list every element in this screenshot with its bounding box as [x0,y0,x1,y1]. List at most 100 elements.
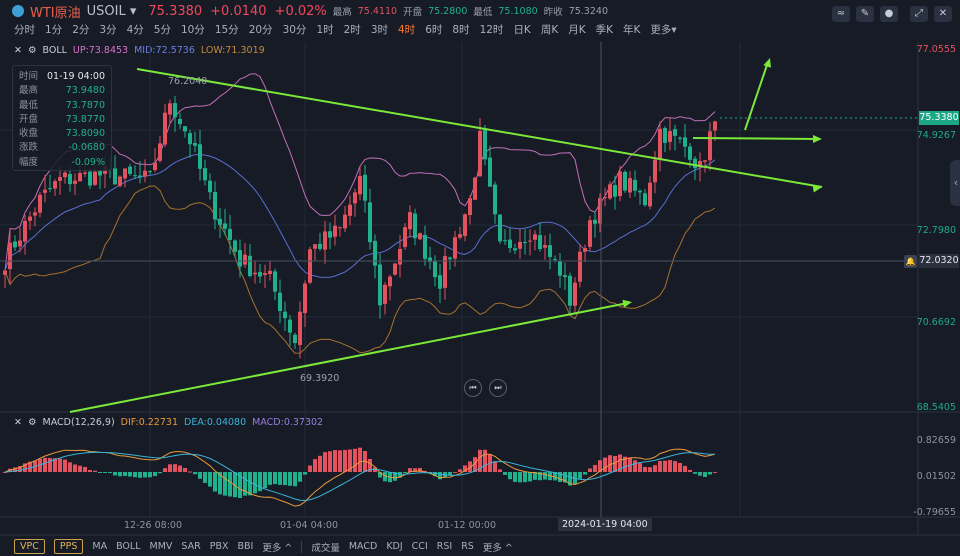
macd-bar [248,472,252,496]
candle [433,261,437,278]
candle [48,188,52,190]
candle [423,234,427,259]
macd-bar [168,464,172,472]
macd-bar [308,465,312,472]
macd-bar [158,472,162,474]
macd-bar [303,472,307,475]
info-row: 开盘 73.8770 [19,113,105,127]
candle [183,126,187,132]
candle [533,234,537,240]
scroll-start-button[interactable]: ⏮ [464,379,482,397]
info-label: 时间 [19,71,39,82]
alert-bell-icon[interactable]: 🔔 [904,255,917,268]
macd-bar [643,466,647,472]
time-label: 12-26 08:00 [124,520,183,531]
candle [173,103,177,118]
macd-bar [498,469,502,472]
candle [158,143,162,161]
indicator-bar: VPC PPS MA BOLL MMV SAR PBX BBI 更多 ^ 成交量 MACD KDJ CC… [0,537,960,556]
macd-bar [173,464,177,472]
price-chart[interactable] [0,0,960,556]
candle [63,172,67,178]
info-label: 最低 [19,99,39,111]
candle [43,189,47,193]
sub-indicator-button[interactable]: RS [461,541,474,552]
macd-bar [583,472,587,475]
candle [68,174,72,185]
sub-indicator-button[interactable]: CCI [412,541,428,552]
candle [593,219,597,224]
macd-bar [453,471,457,473]
macd-bar [698,472,702,476]
candle [693,158,697,169]
macd-bar [338,450,342,472]
sub-indicator-button[interactable]: RSI [437,541,452,552]
macd-bar [638,463,642,472]
main-indicator-button[interactable]: BBI [237,541,253,552]
main-indicator-button[interactable]: PBX [210,541,229,552]
overlay-button-vpc[interactable]: VPC [14,539,45,554]
candle [238,250,242,267]
macd-bar [133,472,137,478]
candle [493,184,497,215]
close-indicator-icon[interactable]: ✕ [14,417,22,428]
settings-icon[interactable]: ⚙ [28,417,37,428]
sub-indicator-button[interactable]: MACD [349,541,377,552]
candle [553,258,557,260]
candle [478,130,482,177]
candle [323,231,327,250]
macd-bar [123,472,127,476]
macd-bar [113,472,117,476]
candle [448,257,452,260]
candle [468,198,472,216]
main-indicator-button[interactable]: MA [92,541,107,552]
candle [338,227,342,229]
candle [278,292,282,312]
scroll-end-button[interactable]: ⏭ [489,379,507,397]
sub-indicator-button[interactable]: KDJ [386,541,402,552]
candle [363,174,367,201]
ohlc-info-box: 时间 01-19 04:00 最高 73.9480 最低 73.7870 开盘 73.8770… [12,65,112,171]
candle [563,275,567,278]
candle [233,240,237,252]
candle [453,237,457,259]
candle [333,225,337,237]
candle [483,129,487,160]
info-value: 73.8770 [65,113,105,125]
price-axis-label: 70.6692 [916,317,956,328]
time-label: 01-12 00:00 [438,520,497,531]
main-indicator-button[interactable]: BOLL [116,541,140,552]
candle [93,171,97,185]
macd-bar [138,472,142,478]
overlay-button-pps[interactable]: PPS [53,539,84,554]
arrow-up-line [744,61,769,131]
candle [213,191,217,220]
candle [633,179,637,191]
candle [268,270,272,275]
main-indicator-button[interactable]: 更多 ^ [262,540,292,554]
sub-indicator-button[interactable]: 更多 ^ [483,540,513,554]
macd-bar [103,472,107,473]
sub-indicator-button[interactable]: 成交量 [311,540,340,554]
candle [308,249,312,283]
price-axis-label: 74.9267 [916,130,956,141]
main-indicator-button[interactable]: SAR [181,541,200,552]
macd-bar [313,459,317,472]
candle [8,242,12,270]
candle [643,193,647,206]
candle [543,245,547,248]
price-axis-label: 77.0555 [916,44,956,55]
candle [313,244,317,249]
info-label: 最高 [19,85,39,97]
candle [128,166,132,174]
macd-bar [268,472,272,485]
arrow-head-icon [813,135,822,143]
main-indicator-button[interactable]: MMV [150,541,173,552]
candle [663,128,667,143]
collapse-panel-button[interactable]: ‹ [950,160,960,206]
macd-bar [508,472,512,480]
info-row: 收盘 73.8090 [19,127,105,141]
macd-bar [683,465,687,472]
candle [688,146,692,160]
divider [301,540,303,553]
